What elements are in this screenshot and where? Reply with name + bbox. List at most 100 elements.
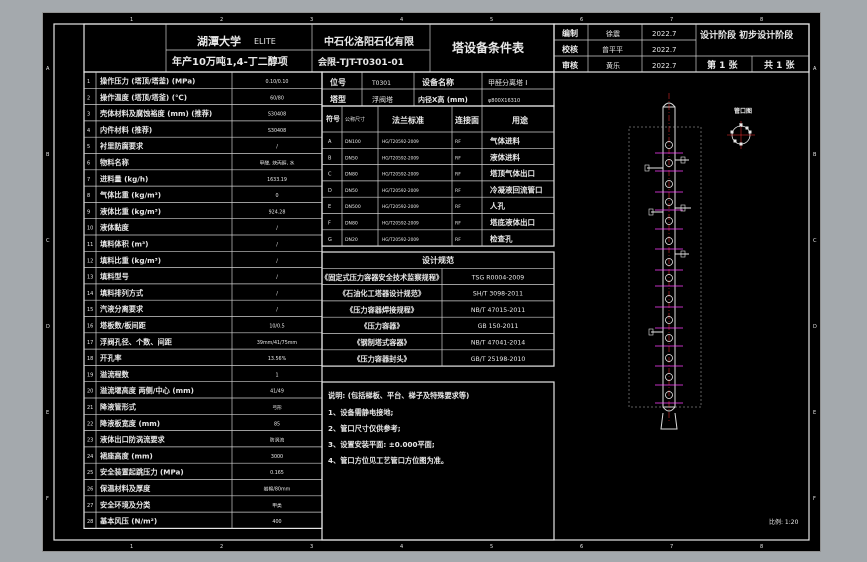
param-name: 填料比重 (kg/m³)	[100, 256, 161, 265]
tower-type: 浮阀塔	[372, 95, 393, 104]
nozzle-use: 塔底液体出口	[490, 217, 535, 227]
standards-title: 设计规范	[422, 255, 454, 265]
signoff-date-3: 2022.7	[652, 62, 677, 70]
param-name: 填料排列方式	[100, 288, 144, 297]
orientation-nozzle	[739, 123, 743, 127]
equipment-code-label: 位号	[330, 77, 346, 87]
drawing-number: 会限-TJT-T0301-01	[318, 56, 404, 68]
param-number: 3	[87, 112, 90, 118]
nozzle-header-std: 法兰标准	[392, 115, 424, 125]
param-name: 浮阀孔径、个数、间距	[100, 337, 173, 346]
nozzle-size: DN80	[345, 221, 358, 227]
standard-name: 《压力容器》	[360, 322, 403, 331]
param-value: /	[276, 226, 278, 232]
param-name: 液体比重 (kg/m³)	[100, 207, 161, 216]
param-value: 弓形	[272, 404, 282, 411]
project-name: 年产10万吨1,4-丁二醇项	[172, 55, 288, 68]
standard-name: 《压力容器封头》	[353, 354, 411, 363]
param-name: 裙座高度 (mm)	[100, 451, 153, 460]
param-value: 0.10/0.10	[266, 79, 289, 85]
orientation-nozzle	[739, 142, 743, 146]
document-title: 塔设备条件表	[452, 40, 525, 55]
nozzle-use: 人孔	[490, 201, 505, 211]
param-number: 19	[87, 372, 93, 378]
standard-code: GB/T 25198-2010	[471, 356, 526, 363]
row-ref-a-r: A	[813, 66, 817, 72]
param-value: S30408	[268, 128, 286, 134]
row-ref-f: F	[46, 496, 49, 502]
nozzle-symbol: A	[328, 139, 332, 145]
drawing-canvas: 1 2 3 4 5 6 7 8 1 2 3 4 5 6 7 8 A B C D …	[42, 12, 821, 552]
nozzle-face: RF	[455, 172, 461, 178]
param-number: 14	[87, 291, 93, 297]
param-name: 气体比重 (kg/m³)	[99, 191, 161, 200]
signoff-name-1: 徐震	[606, 29, 620, 38]
param-number: 15	[87, 307, 93, 313]
param-number: 13	[87, 275, 93, 281]
param-name: 安全环境及分类	[100, 500, 151, 509]
param-name: 物料名称	[100, 158, 130, 167]
param-name: 液体出口防涡流要求	[100, 435, 166, 444]
param-value: 0	[275, 193, 278, 199]
nozzle-standard: HG/T20592-2009	[382, 221, 419, 227]
nozzle-header-face: 连接面	[455, 115, 479, 125]
param-value: S30408	[268, 112, 286, 118]
param-value: 924.28	[269, 209, 286, 215]
nozzle-face: RF	[455, 155, 461, 161]
nozzle-symbol: E	[328, 204, 331, 210]
diameter-label: 内径X高 (mm)	[418, 95, 468, 104]
nozzle-header-use: 用途	[511, 115, 529, 125]
col-ref-5b: 5	[490, 544, 493, 550]
row-ref-c-r: C	[813, 238, 817, 244]
param-number: 8	[87, 193, 90, 199]
nozzle-use: 塔顶气体出口	[490, 168, 535, 178]
param-number: 1	[87, 79, 90, 85]
param-name: 降液板宽度 (mm)	[100, 419, 160, 428]
nozzle-size: DN500	[345, 204, 361, 210]
signoff-date-2: 2022.7	[652, 46, 677, 54]
param-name: 保温材料及厚度	[99, 484, 151, 493]
signoff-date-1: 2022.7	[652, 30, 677, 38]
row-ref-f-r: F	[813, 496, 816, 502]
param-value: 41/49	[270, 389, 284, 395]
param-number: 24	[87, 454, 93, 460]
param-value: 防涡流	[270, 437, 285, 444]
param-number: 12	[87, 258, 93, 264]
notes-title: 说明: (包括梯板、平台、梯子及特殊要求等)	[328, 391, 469, 400]
university-en: ELITE	[254, 37, 276, 46]
param-value: 13.56%	[268, 356, 287, 362]
signoff-name-3: 黄乐	[606, 61, 620, 70]
design-stage: 设计阶段 初步设计阶段	[700, 29, 794, 41]
col-ref-6b: 6	[580, 544, 583, 550]
standard-code: GB 150-2011	[478, 323, 519, 330]
equipment-name: 甲醛分离塔 I	[488, 78, 527, 87]
signoff-role-2: 校核	[562, 44, 578, 54]
row-ref-b: B	[46, 152, 50, 158]
param-value: /	[276, 307, 278, 313]
nozzle-symbol: G	[328, 237, 332, 243]
drawing-sheet: 1 2 3 4 5 6 7 8 1 2 3 4 5 6 7 8 A B C D …	[42, 12, 821, 552]
param-name: 进料量 (kg/h)	[100, 174, 148, 183]
nozzle-symbol: D	[328, 188, 332, 194]
param-value: 85	[274, 421, 280, 427]
nozzle-symbol: B	[328, 155, 332, 161]
param-name: 汽液分离要求	[100, 305, 144, 314]
orientation-nozzle	[745, 126, 749, 130]
param-number: 4	[87, 128, 90, 134]
col-ref-4b: 4	[400, 544, 403, 550]
col-ref-3: 3	[310, 17, 313, 23]
param-number: 20	[87, 389, 93, 395]
nozzle-use: 检查孔	[490, 233, 513, 243]
signoff-role-3: 审核	[562, 60, 578, 70]
param-number: 27	[87, 503, 93, 509]
param-number: 25	[87, 470, 93, 476]
standard-name: 《压力容器焊接规程》	[346, 305, 418, 314]
param-number: 22	[87, 421, 93, 427]
param-name: 操作温度 (塔顶/塔釜) (℃)	[100, 93, 187, 102]
param-number: 17	[87, 340, 93, 346]
param-value: /	[276, 258, 278, 264]
nozzle-size: DN50	[345, 155, 358, 161]
platform-envelope	[628, 126, 702, 408]
row-ref-b-r: B	[813, 152, 817, 158]
col-ref-8: 8	[760, 17, 763, 23]
